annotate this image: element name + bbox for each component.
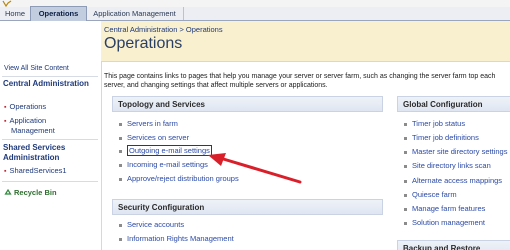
tab-operations[interactable]: Operations [30, 6, 87, 21]
section-heading: Global Configuration [397, 96, 510, 112]
sidebar-divider [2, 181, 98, 182]
page-description: This page contains links to pages that h… [104, 73, 496, 89]
sidebar: View All Site Content Central Administra… [0, 21, 102, 250]
tab-home[interactable]: Home [0, 7, 31, 20]
bullet-icon [404, 136, 407, 140]
sidebar-item-label: SharedServices1 [9, 166, 67, 175]
recycle-icon [4, 188, 12, 195]
link-servers-in-farm[interactable]: Servers in farm [119, 119, 178, 129]
link-manage-farm-features[interactable]: Manage farm features [404, 204, 485, 214]
bullet-icon [119, 223, 122, 227]
section-heading: Security Configuration [112, 199, 383, 215]
sidebar-item-label: Application Management [9, 116, 55, 135]
bullet-icon: ▪ [4, 118, 7, 125]
top-tab-bar: Home Operations Application Management [0, 6, 510, 21]
bullet-icon: ▪ [4, 168, 7, 175]
bullet-icon [119, 237, 122, 241]
sidebar-item-sharedservices1[interactable]: ▪ SharedServices1 [4, 166, 67, 176]
annotation-arrow-icon [208, 153, 302, 184]
link-solution-management[interactable]: Solution management [404, 218, 485, 228]
link-quiesce-farm[interactable]: Quiesce farm [404, 190, 457, 200]
sidebar-item-application-management[interactable]: ▪ Application Management [4, 116, 71, 135]
recycle-bin-label: Recycle Bin [14, 188, 57, 197]
bullet-icon [404, 122, 407, 126]
recycle-bin-link[interactable]: Recycle Bin [4, 188, 57, 197]
link-outgoing-email-settings[interactable]: Outgoing e-mail settings [119, 145, 212, 156]
bullet-icon [404, 164, 407, 168]
link-incoming-email-settings[interactable]: Incoming e-mail settings [119, 160, 208, 170]
link-service-accounts[interactable]: Service accounts [119, 220, 184, 230]
link-site-directory-links-scan[interactable]: Site directory links scan [404, 161, 491, 171]
bullet-icon [119, 149, 122, 153]
bullet-icon [119, 177, 122, 181]
section-backup-restore: Backup and Restore [397, 240, 510, 250]
bullet-icon [404, 179, 407, 183]
link-timer-job-status[interactable]: Timer job status [404, 119, 465, 129]
sidebar-heading-central-admin[interactable]: Central Administration [3, 79, 98, 89]
link-information-rights-management[interactable]: Information Rights Management [119, 234, 234, 244]
page-title: Operations [104, 35, 183, 52]
bullet-icon [404, 150, 407, 154]
view-all-site-content-link[interactable]: View All Site Content [4, 65, 69, 72]
bullet-icon [119, 136, 122, 140]
bullet-icon [119, 122, 122, 126]
page-header: Central Administration > Operations Oper… [101, 21, 510, 62]
link-services-on-server[interactable]: Services on server [119, 133, 189, 143]
section-heading: Topology and Services [112, 96, 383, 112]
bullet-icon [404, 221, 407, 225]
section-global-configuration: Global Configuration Timer job status Ti… [397, 96, 510, 236]
link-master-site-directory-settings[interactable]: Master site directory settings [404, 147, 507, 157]
sidebar-item-operations[interactable]: ▪ Operations [4, 102, 46, 112]
sidebar-divider [2, 139, 98, 140]
tab-application-management[interactable]: Application Management [86, 7, 184, 20]
sidebar-heading-shared-services[interactable]: Shared Services Administration [3, 143, 98, 163]
bullet-icon: ▪ [4, 104, 7, 111]
link-timer-job-definitions[interactable]: Timer job definitions [404, 133, 479, 143]
bullet-icon [404, 207, 407, 211]
breadcrumb[interactable]: Central Administration > Operations [104, 25, 223, 34]
section-security-configuration: Security Configuration Service accounts … [112, 199, 383, 250]
bullet-icon [119, 163, 122, 167]
sidebar-divider [2, 76, 98, 77]
pointer-icon [2, 0, 12, 7]
section-heading: Backup and Restore [397, 240, 510, 250]
link-alternate-access-mappings[interactable]: Alternate access mappings [404, 176, 502, 186]
sidebar-item-label: Operations [9, 102, 47, 111]
bullet-icon [404, 193, 407, 197]
